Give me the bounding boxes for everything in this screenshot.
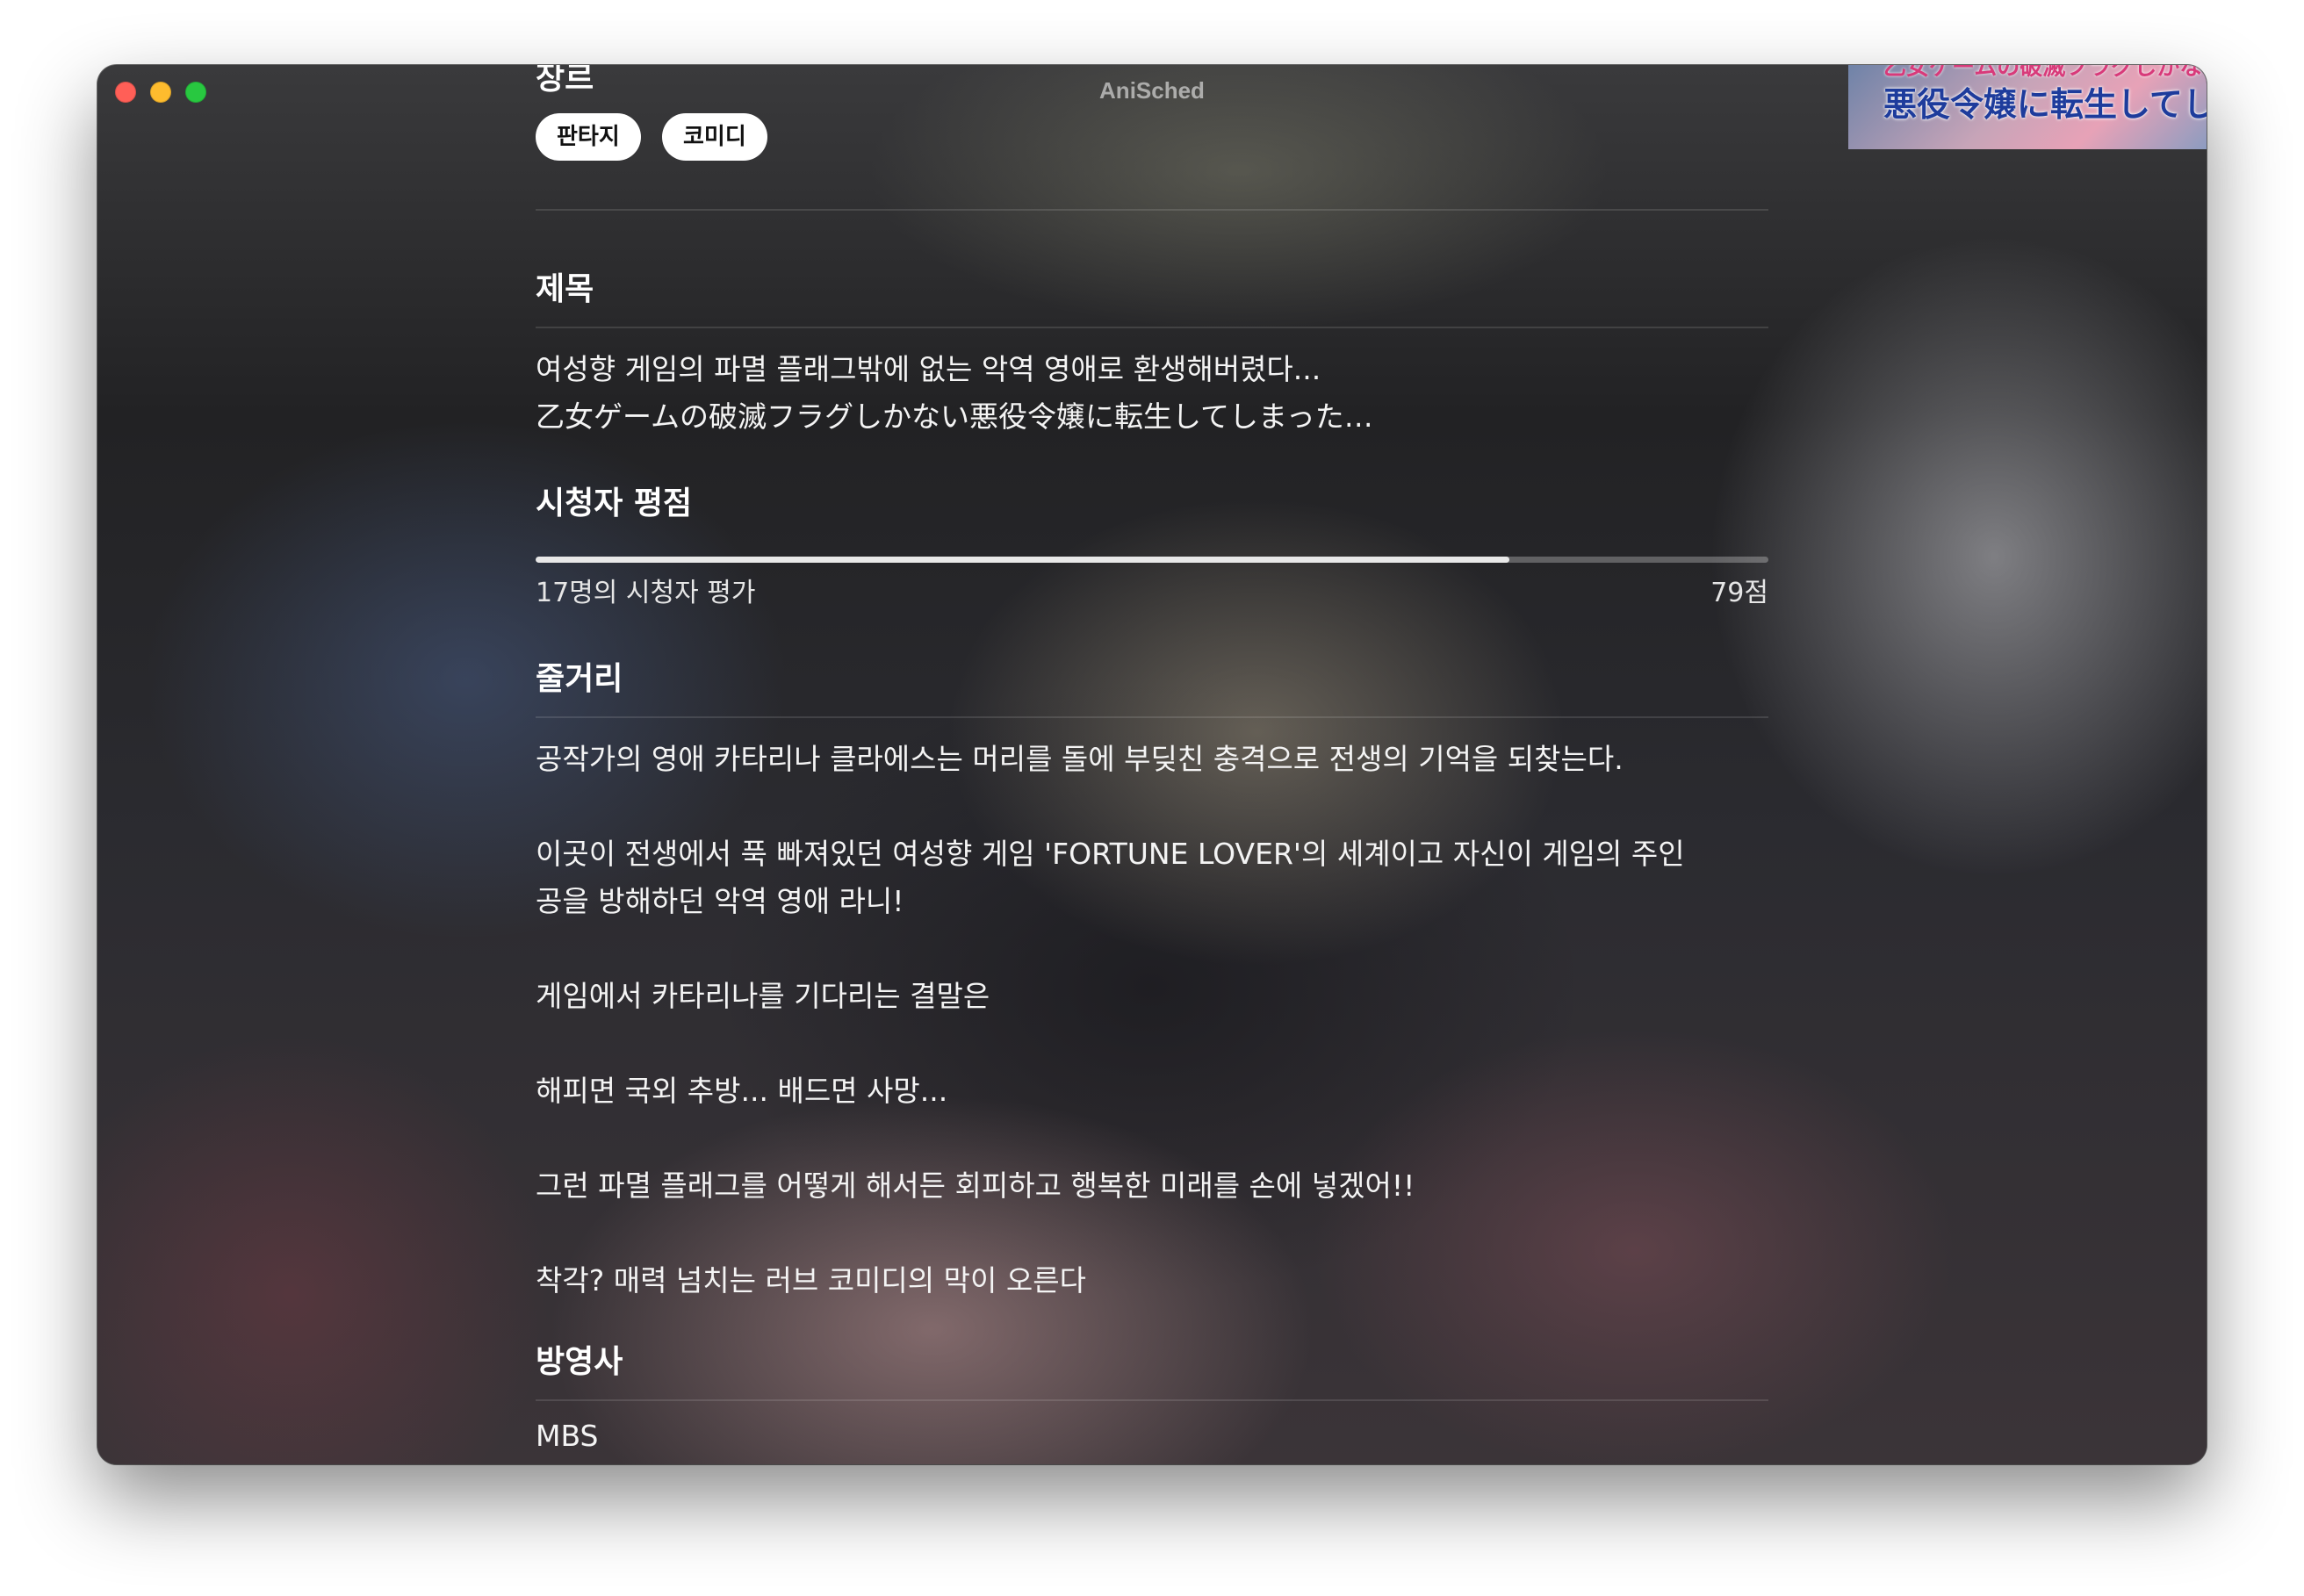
broadcaster-divider: [536, 1399, 1768, 1401]
synopsis-paragraph: 그런 파멸 플래그를 어떻게 해서든 회피하고 행복한 미래를 손에 넣겠어!!: [536, 1168, 1415, 1203]
section-divider: [536, 209, 1768, 211]
rating-bar: [536, 557, 1768, 563]
rating-heading: 시청자 평점: [536, 485, 693, 521]
synopsis-paragraph: 이곳이 전생에서 푹 빠져있던 여성향 게임 'FORTUNE LOVER'의 …: [536, 837, 1685, 871]
rating-bar-fill: [536, 557, 1510, 563]
genre-chip-fantasy[interactable]: 판타지: [536, 113, 641, 161]
genre-chip-comedy[interactable]: 코미디: [662, 113, 767, 161]
title-korean: 여성향 게임의 파멸 플래그밖에 없는 악역 영애로 환생해버렸다...: [536, 352, 1321, 386]
window-title: AniSched: [1099, 77, 1205, 104]
synopsis-heading: 줄거리: [536, 661, 623, 697]
synopsis-paragraph: 공을 방해하던 악역 영애 라니!: [536, 884, 904, 918]
synopsis-paragraph: 공작가의 영애 카타리나 클라에스는 머리를 돌에 부딪친 충격으로 전생의 기…: [536, 742, 1624, 776]
app-window: 장르 판타지 코미디 乙女ゲームの破滅フラグしかない 悪役令嬢に転生してしまった…: [97, 65, 2207, 1464]
title-japanese: 乙女ゲームの破滅フラグしかない悪役令嬢に転生してしまった…: [536, 399, 1373, 434]
rating-viewers-count: 17명의 시청자 평가: [536, 578, 756, 608]
title-heading: 제목: [536, 271, 594, 307]
synopsis-paragraph: 해피면 국외 추방... 배드면 사망...: [536, 1074, 948, 1108]
title-divider: [536, 327, 1768, 328]
synopsis-divider: [536, 716, 1768, 718]
rating-score: 79점: [1710, 578, 1768, 608]
synopsis-paragraph: 게임에서 카타리나를 기다리는 결말은: [536, 979, 990, 1013]
broadcaster-heading: 방영사: [536, 1344, 623, 1380]
window-titlebar[interactable]: AniSched: [97, 65, 2207, 116]
broadcaster-value: MBS: [536, 1419, 599, 1453]
synopsis-paragraph: 착각? 매력 넘치는 러브 코미디의 막이 오른다: [536, 1263, 1086, 1298]
